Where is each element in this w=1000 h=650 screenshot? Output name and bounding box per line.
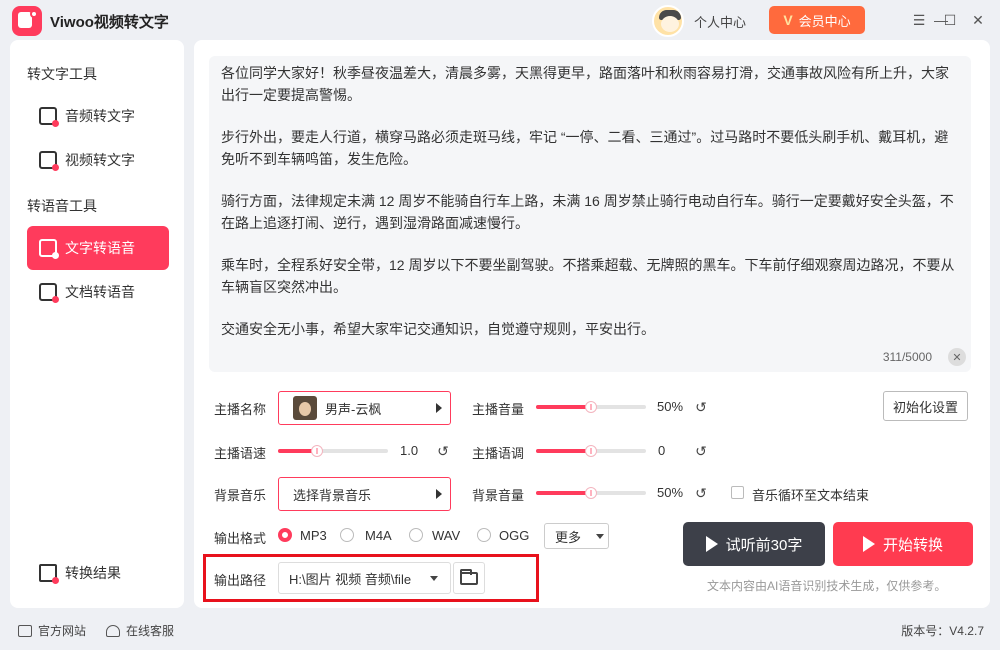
pitch-label: 主播语调 bbox=[472, 446, 525, 461]
app-title: Viwoo视频转文字 bbox=[50, 14, 169, 31]
text-paragraph: 步行外出，要走人行道，横穿马路必须走斑马线，牢记 “一停、二看、三通过”。过马路… bbox=[221, 129, 949, 167]
reset-icon[interactable]: ↺ bbox=[693, 443, 709, 459]
text-paragraph: 交通安全无小事，希望大家牢记交通知识，自觉遵守规则，平安出行。 bbox=[221, 321, 655, 337]
sidebar-item-text-to-speech[interactable]: 文字转语音 bbox=[27, 226, 169, 270]
format-option-label: MP3 bbox=[300, 528, 327, 543]
anchor-volume-slider[interactable] bbox=[536, 401, 646, 413]
sidebar-item-label: 视频转文字 bbox=[65, 152, 135, 168]
reset-icon[interactable]: ↺ bbox=[693, 485, 709, 501]
chevron-right-icon bbox=[436, 403, 442, 413]
sidebar-item-label: 文字转语音 bbox=[65, 240, 135, 256]
chevron-down-icon bbox=[596, 534, 604, 539]
group-title-to-text: 转文字工具 bbox=[27, 66, 97, 82]
sidebar-item-video-to-text[interactable]: 视频转文字 bbox=[27, 138, 169, 182]
format-option-label: WAV bbox=[432, 528, 461, 543]
format-label: 输出格式 bbox=[214, 531, 267, 546]
bgm-select-value: 选择背景音乐 bbox=[293, 487, 372, 503]
monitor-icon bbox=[18, 624, 32, 637]
maximize-icon[interactable]: ☐ bbox=[938, 8, 962, 32]
char-counter: 311/5000 bbox=[882, 350, 932, 364]
format-option-label: OGG bbox=[499, 528, 530, 543]
slider-knob[interactable] bbox=[585, 445, 597, 457]
bgm-volume-label: 背景音量 bbox=[472, 488, 525, 503]
headset-icon bbox=[106, 624, 120, 637]
pitch-value: 0 bbox=[658, 443, 666, 458]
slider-knob[interactable] bbox=[585, 401, 597, 413]
slider-knob[interactable] bbox=[585, 487, 597, 499]
version-text: 版本号：V4.2.7 bbox=[901, 624, 984, 638]
close-icon[interactable]: ✕ bbox=[966, 8, 990, 32]
slider-knob[interactable] bbox=[311, 445, 323, 457]
loop-music-checkbox[interactable] bbox=[731, 486, 744, 499]
vip-center-button[interactable]: V 会员中心 bbox=[769, 6, 865, 34]
highlight-frame bbox=[203, 554, 539, 602]
init-settings-button[interactable]: 初始化设置 bbox=[883, 391, 968, 421]
user-avatar[interactable] bbox=[652, 5, 684, 37]
official-website-label: 官方网站 bbox=[38, 624, 87, 638]
audio-file-icon bbox=[39, 107, 59, 127]
text-input-area[interactable]: 各位同学大家好！秋季昼夜温差大，清晨多雾，天黑得更早，路面落叶和秋雨容易打滑，交… bbox=[209, 56, 971, 372]
title-bar: Viwoo视频转文字 个人中心 V 会员中心 ☰ — ☐ ✕ bbox=[0, 0, 1000, 40]
vip-center-label: 会员中心 bbox=[798, 13, 851, 29]
sidebar-item-results[interactable]: 转换结果 bbox=[27, 551, 169, 595]
app-logo-icon bbox=[12, 6, 42, 36]
format-radio-mp3[interactable] bbox=[278, 528, 292, 542]
clear-text-icon[interactable]: ✕ bbox=[948, 348, 966, 366]
anchor-volume-value: 50% bbox=[657, 399, 684, 414]
bgm-select[interactable]: 选择背景音乐 bbox=[278, 477, 451, 511]
format-radio-ogg[interactable] bbox=[477, 528, 491, 542]
bgm-volume-slider[interactable] bbox=[536, 487, 646, 499]
anchor-voice-value: 男声-云枫 bbox=[325, 401, 382, 417]
voice-avatar bbox=[293, 396, 317, 420]
loop-music-label: 音乐循环至文本结束 bbox=[752, 488, 870, 503]
speed-label: 主播语速 bbox=[214, 446, 267, 461]
anchor-voice-select[interactable]: 男声-云枫 bbox=[278, 391, 451, 425]
anchor-volume-label: 主播音量 bbox=[472, 402, 525, 417]
group-title-to-speech: 转语音工具 bbox=[27, 198, 97, 214]
reset-icon[interactable]: ↺ bbox=[435, 443, 451, 459]
start-convert-button[interactable]: 开始转换 bbox=[833, 522, 973, 566]
online-support-link[interactable]: 在线客服 bbox=[106, 622, 174, 639]
format-option-label: M4A bbox=[365, 528, 392, 543]
sidebar-item-label: 转换结果 bbox=[65, 565, 121, 581]
video-file-icon bbox=[39, 151, 59, 171]
text-speech-icon bbox=[39, 239, 59, 259]
result-list-icon bbox=[39, 564, 59, 584]
menu-icon[interactable]: ☰ bbox=[907, 8, 931, 32]
preview-label: 试听前30字 bbox=[725, 536, 803, 554]
sidebar: 转文字工具 音频转文字 视频转文字 转语音工具 文字转语音 文档转语音 转换结果 bbox=[10, 40, 184, 608]
reset-icon[interactable]: ↺ bbox=[693, 399, 709, 415]
speed-slider[interactable] bbox=[278, 445, 388, 457]
online-support-label: 在线客服 bbox=[126, 624, 175, 638]
bgm-volume-value: 50% bbox=[657, 485, 684, 500]
pitch-slider[interactable] bbox=[536, 445, 646, 457]
text-paragraph: 骑行方面，法律规定未满 12 周岁不能骑自行车上路，未满 16 周岁禁止骑行电动… bbox=[221, 193, 954, 231]
more-formats-select[interactable]: 更多 bbox=[544, 523, 609, 549]
text-paragraph: 各位同学大家好！秋季昼夜温差大，清晨多雾，天黑得更早，路面落叶和秋雨容易打滑，交… bbox=[221, 65, 949, 103]
format-radio-wav[interactable] bbox=[409, 528, 423, 542]
more-formats-label: 更多 bbox=[555, 529, 582, 545]
format-radio-m4a[interactable] bbox=[340, 528, 354, 542]
play-icon bbox=[705, 536, 718, 552]
vip-badge-icon: V bbox=[783, 12, 793, 28]
play-icon bbox=[862, 536, 875, 552]
speed-value: 1.0 bbox=[400, 443, 419, 458]
sidebar-item-label: 文档转语音 bbox=[65, 284, 135, 300]
bgm-label: 背景音乐 bbox=[214, 488, 267, 503]
document-icon bbox=[39, 283, 59, 303]
anchor-name-label: 主播名称 bbox=[214, 402, 267, 417]
chevron-right-icon bbox=[436, 489, 442, 499]
main-panel: 各位同学大家好！秋季昼夜温差大，清晨多雾，天黑得更早，路面落叶和秋雨容易打滑，交… bbox=[194, 40, 990, 608]
ai-disclaimer: 文本内容由AI语音识别技术生成，仅供参考。 bbox=[707, 579, 947, 593]
preview-button[interactable]: 试听前30字 bbox=[683, 522, 825, 566]
sidebar-item-audio-to-text[interactable]: 音频转文字 bbox=[27, 94, 169, 138]
official-website-link[interactable]: 官方网站 bbox=[18, 622, 86, 639]
personal-center-link[interactable]: 个人中心 bbox=[694, 12, 746, 31]
start-label: 开始转换 bbox=[882, 536, 943, 554]
sidebar-item-doc-to-speech[interactable]: 文档转语音 bbox=[27, 270, 169, 314]
text-paragraph: 乘车时，全程系好安全带，12 周岁以下不要坐副驾驶。不搭乘超载、无牌照的黑车。下… bbox=[221, 257, 955, 295]
sidebar-item-label: 音频转文字 bbox=[65, 108, 135, 124]
